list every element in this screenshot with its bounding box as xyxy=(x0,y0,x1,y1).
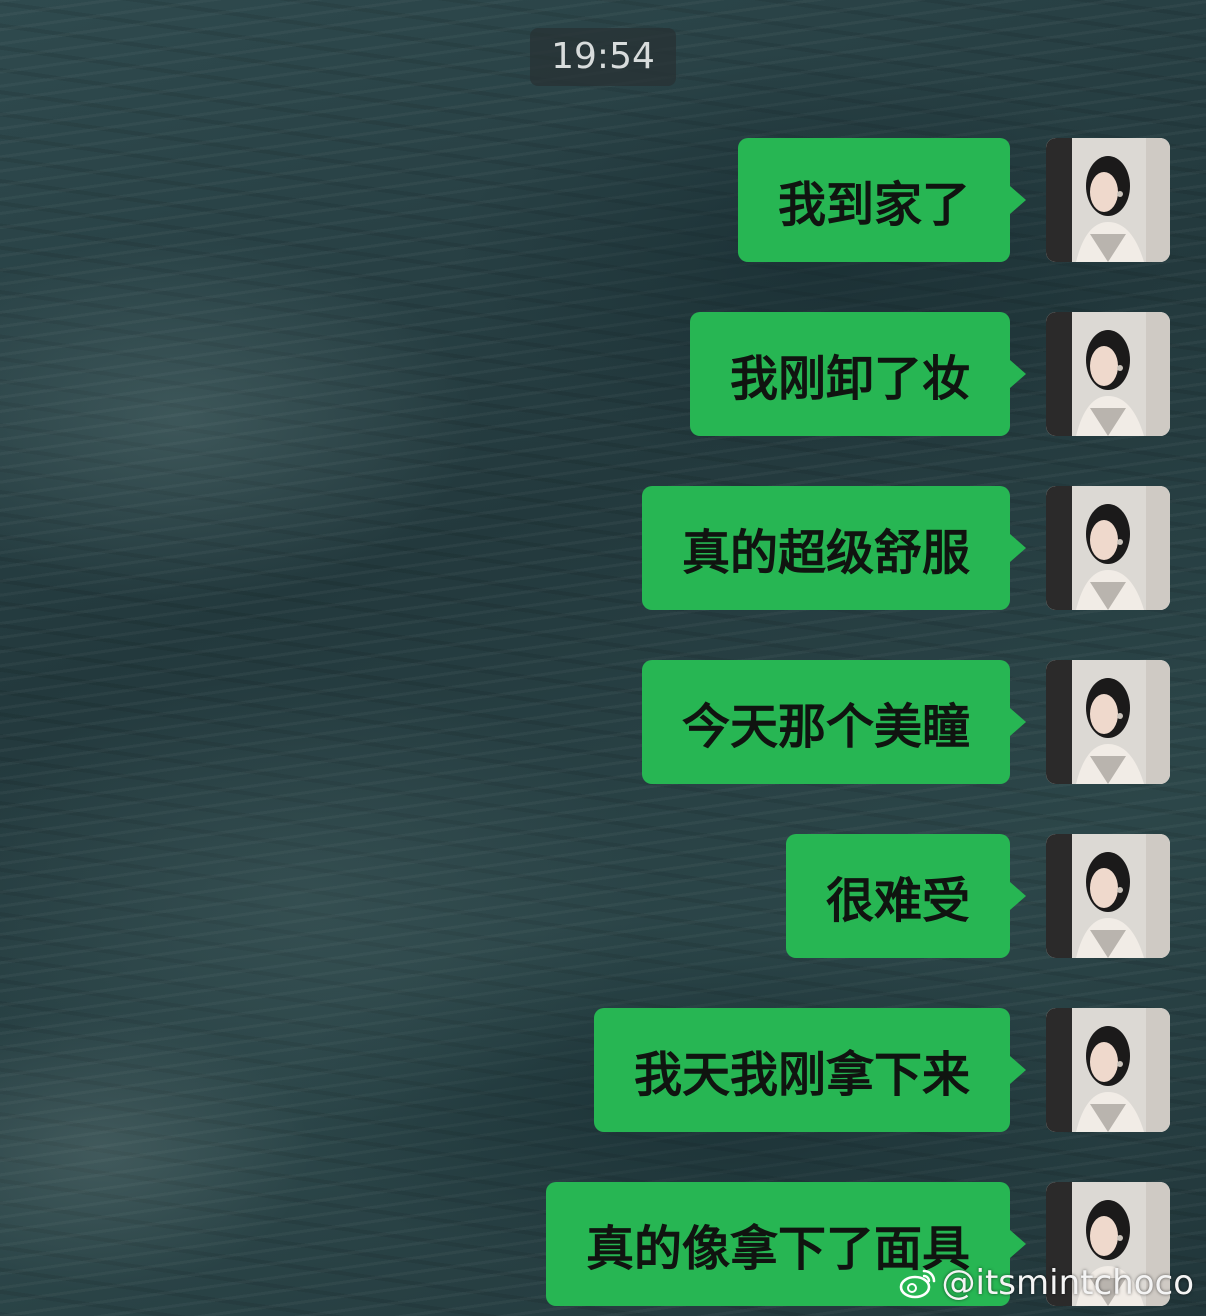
message-row: 我到家了 xyxy=(737,138,1170,262)
avatar-image xyxy=(1046,486,1170,610)
sender-avatar[interactable] xyxy=(1046,486,1170,610)
avatar-image xyxy=(1046,834,1170,958)
message-bubble[interactable]: 我到家了 xyxy=(737,138,1027,262)
message-bubble[interactable]: 今天那个美瞳 xyxy=(641,660,1027,784)
message-bubble[interactable]: 真的超级舒服 xyxy=(641,486,1027,610)
sender-avatar[interactable] xyxy=(1046,834,1170,958)
avatar-image xyxy=(1046,660,1170,784)
sender-avatar[interactable] xyxy=(1046,660,1170,784)
message-row: 今天那个美瞳 xyxy=(641,660,1170,784)
message-row: 真的超级舒服 xyxy=(641,486,1170,610)
weibo-watermark: @itsmintchoco xyxy=(898,1258,1194,1308)
message-bubble[interactable]: 很难受 xyxy=(785,834,1027,958)
avatar-image xyxy=(1046,138,1170,262)
message-row: 我天我刚拿下来 xyxy=(593,1008,1170,1132)
sender-avatar[interactable] xyxy=(1046,138,1170,262)
message-row: 我刚卸了妆 xyxy=(689,312,1170,436)
message-timestamp: 19:54 xyxy=(530,28,676,86)
sender-avatar[interactable] xyxy=(1046,1008,1170,1132)
avatar-image xyxy=(1046,312,1170,436)
sender-avatar[interactable] xyxy=(1046,312,1170,436)
message-bubble[interactable]: 我天我刚拿下来 xyxy=(593,1008,1027,1132)
weibo-logo-icon xyxy=(899,1269,935,1299)
message-bubble[interactable]: 我刚卸了妆 xyxy=(689,312,1027,436)
message-row: 很难受 xyxy=(785,834,1170,958)
avatar-image xyxy=(1046,1008,1170,1132)
watermark-handle: @itsmintchoco xyxy=(941,1263,1194,1303)
